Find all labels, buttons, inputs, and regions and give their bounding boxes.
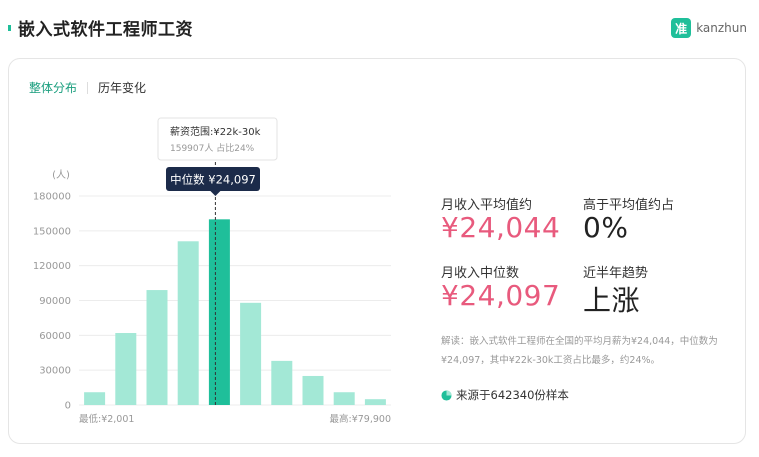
x-min-label: 最低:¥2,001 [79, 413, 134, 425]
tooltip-detail: 159907人 占比24% [170, 142, 255, 154]
histogram-bar[interactable] [271, 360, 293, 405]
y-tick-label: 90000 [39, 296, 71, 307]
brand-name: kanzhun [696, 21, 747, 35]
histogram-bar[interactable] [177, 241, 199, 405]
salary-distribution-chart[interactable]: (人) 0 30000 60000 90000 120000 150000 180000 最低:… [9, 59, 409, 445]
histogram-bar[interactable] [240, 302, 262, 405]
above-avg-value: 0% [583, 211, 629, 244]
histogram-bar[interactable] [146, 290, 168, 405]
median-salary-value: ¥24,097 [441, 279, 561, 312]
pie-chart-icon [441, 389, 452, 401]
histogram-bar[interactable] [84, 392, 106, 405]
median-tag-pointer [210, 191, 221, 196]
tooltip-title: 薪资范围:¥22k-30k [170, 125, 261, 138]
avg-salary-value: ¥24,044 [441, 211, 561, 244]
page-title: 嵌入式软件工程师工资 [18, 20, 193, 40]
title-accent-mark [8, 25, 11, 31]
histogram-bar[interactable] [115, 333, 137, 405]
salary-card: 整体分布 历年变化 (人) 0 30000 60000 90000 120000 15000… [8, 58, 746, 444]
y-axis-unit-label: (人) [52, 169, 70, 181]
sample-source-text: 来源于642340份样本 [456, 388, 569, 402]
histogram-bar-highlighted[interactable] [208, 219, 230, 405]
median-tag-label: 中位数 ¥24,097 [170, 173, 256, 187]
brand[interactable]: 准 kanzhun [671, 18, 747, 38]
y-tick-label: 60000 [39, 331, 71, 342]
y-tick-label: 0 [65, 401, 71, 412]
y-tick-label: 30000 [39, 366, 71, 377]
histogram-bar[interactable] [302, 375, 324, 405]
trend-value: 上涨 [583, 284, 641, 317]
x-max-label: 最高:¥79,900 [330, 413, 392, 425]
y-tick-label: 150000 [33, 226, 71, 237]
explanation-text: 解读：嵌入式软件工程师在全国的平均月薪为¥24,044，中位数为¥24,097，… [441, 336, 718, 366]
y-tick-label: 120000 [33, 261, 71, 272]
histogram-bar[interactable] [364, 399, 386, 405]
histogram-bar[interactable] [333, 392, 355, 405]
kanzhun-logo-icon: 准 [671, 18, 692, 38]
page-header: 嵌入式软件工程师工资 准 kanzhun [0, 0, 759, 58]
y-tick-label: 180000 [33, 192, 71, 203]
sample-source: 来源于642340份样本 [441, 387, 569, 403]
